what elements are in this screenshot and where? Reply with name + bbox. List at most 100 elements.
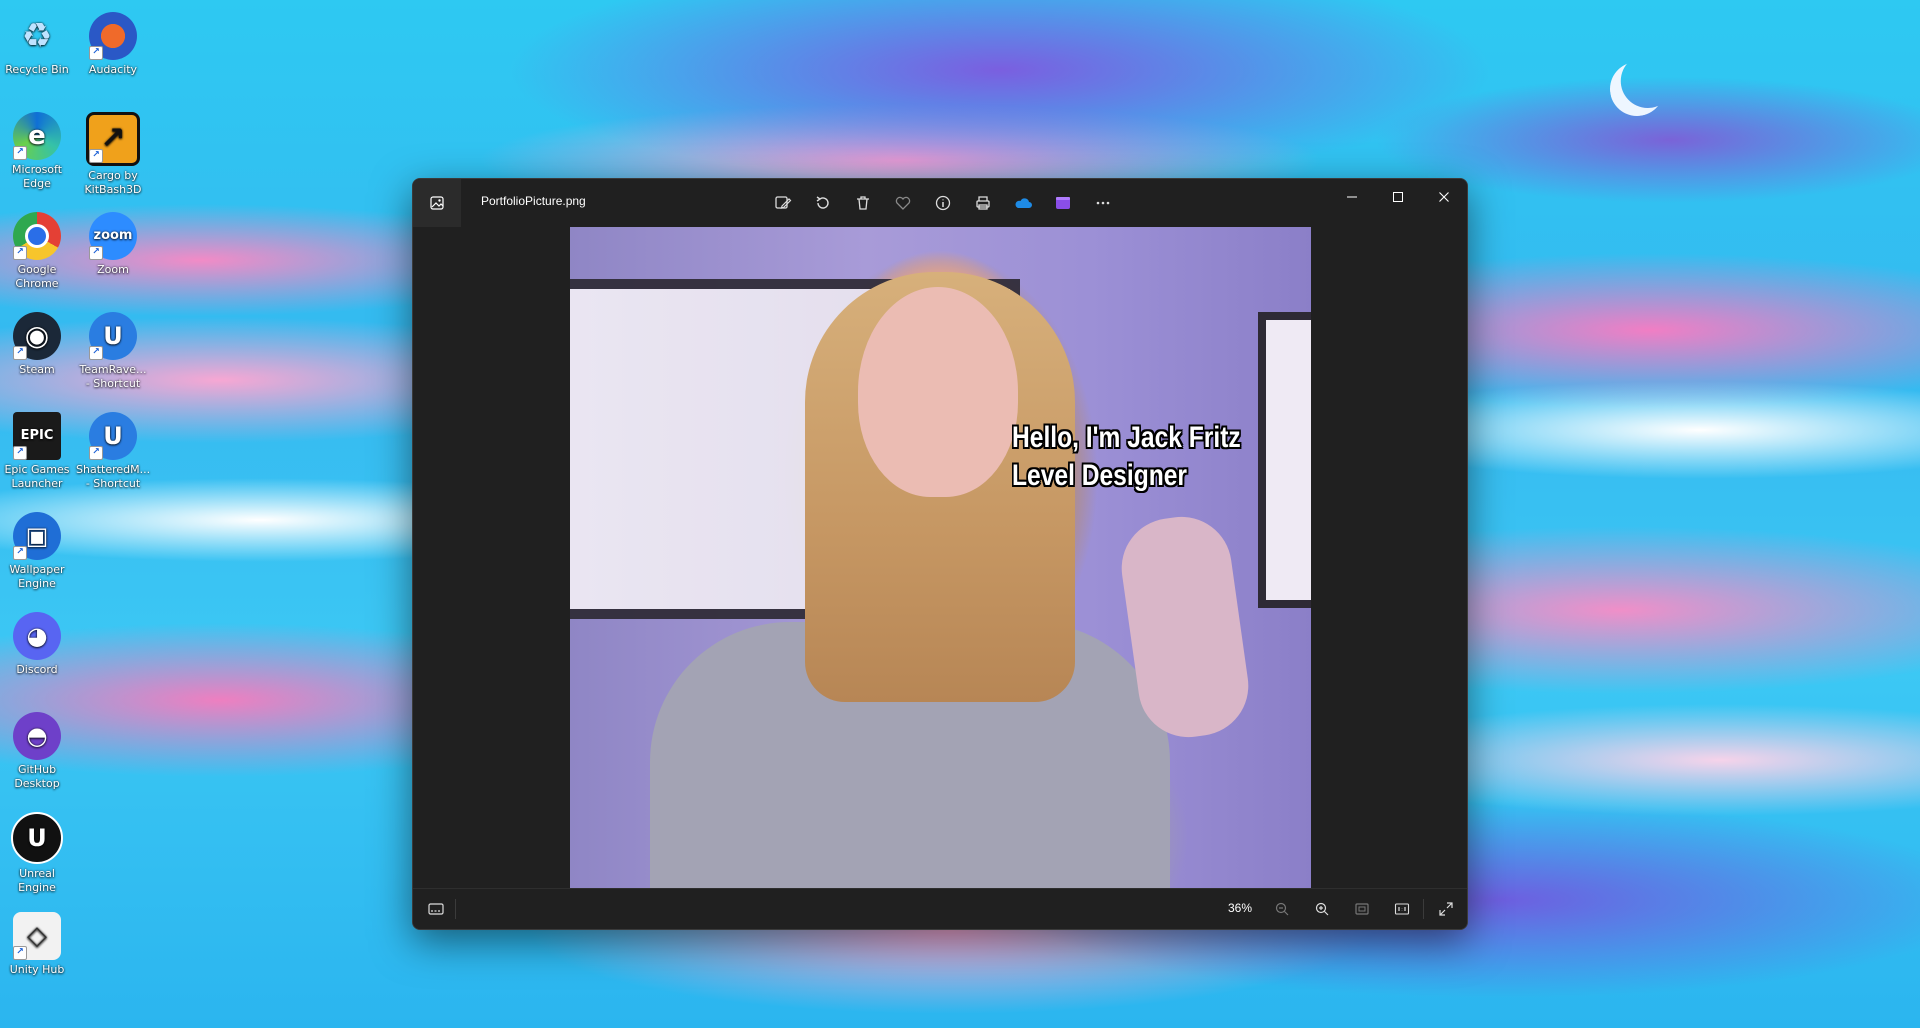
unreal-engine-icon: U: [11, 812, 63, 864]
viewer-toolbar: [767, 189, 1119, 217]
shortcut-arrow-icon: ↗: [89, 246, 103, 260]
desktop-icon-label: GitHub Desktop: [14, 763, 60, 790]
actual-size-icon: [1394, 903, 1410, 915]
audacity-icon: ↗: [89, 12, 137, 60]
onedrive-button[interactable]: [1007, 189, 1039, 217]
desktop-icon-label: Audacity: [88, 63, 138, 76]
desktop-icon-label: Discord: [16, 663, 58, 676]
desktop-icon-label: Google Chrome: [15, 263, 59, 290]
desktop-icon-label: Microsoft Edge: [11, 163, 63, 190]
more-options-button[interactable]: [1087, 189, 1119, 217]
zoom-level: 36%: [1228, 901, 1253, 915]
shortcut-arrow-icon: ↗: [13, 146, 27, 160]
status-divider: [1423, 899, 1424, 919]
desktop-icon-github-desktop[interactable]: ◓ GitHub Desktop: [0, 708, 74, 791]
portfolio-photo[interactable]: Hello, I'm Jack Fritz Level Designer: [570, 227, 1311, 888]
shortcut-arrow-icon: ↗: [89, 446, 103, 460]
maximize-button[interactable]: [1375, 179, 1421, 215]
shortcut-arrow-icon: ↗: [13, 546, 27, 560]
recycle-bin-icon: ♻: [21, 16, 53, 56]
desktop-icon-shatteredm[interactable]: U ↗ ShatteredM... - Shortcut: [76, 408, 150, 491]
wallpaper-engine-icon: ▣ ↗: [13, 512, 61, 560]
onedrive-cloud-icon: [1015, 198, 1032, 208]
desktop-icon-epic-games[interactable]: EPIC ↗ Epic Games Launcher: [0, 408, 74, 491]
zoom-in-icon: [1315, 902, 1329, 916]
desktop-icon-teamrave[interactable]: U ↗ TeamRave... - Shortcut: [76, 308, 150, 391]
epic-games-icon: EPIC ↗: [13, 412, 61, 460]
desktop-icon-cargo[interactable]: ↗ ↗ Cargo by KitBash3D: [76, 108, 150, 197]
clipchamp-button[interactable]: [1047, 189, 1079, 217]
unreal-project-icon: U ↗: [89, 412, 137, 460]
photos-window: PortfolioPicture.png Hello, I'm Jack Fri…: [412, 178, 1468, 930]
desktop: ♻ Recycle Bin e ↗ Microsoft Edge ↗ Google…: [0, 0, 1920, 1028]
photos-app-icon[interactable]: [413, 179, 461, 227]
shortcut-arrow-icon: ↗: [13, 946, 27, 960]
caption-line-2: Level Designer: [1012, 459, 1188, 492]
desktop-icon-label: ShatteredM... - Shortcut: [76, 463, 151, 490]
favorite-button[interactable]: [887, 189, 919, 217]
rotate-button[interactable]: [807, 189, 839, 217]
trash-icon: [857, 196, 869, 210]
actual-size-button[interactable]: [1387, 895, 1417, 923]
steam-icon: ◉ ↗: [13, 312, 61, 360]
moon-decoration: [1606, 58, 1669, 121]
status-bar: 36%: [413, 888, 1467, 929]
status-divider: [455, 899, 456, 919]
delete-button[interactable]: [847, 189, 879, 217]
desktop-icon-recycle-bin[interactable]: ♻ Recycle Bin: [0, 8, 74, 77]
desktop-icon-steam[interactable]: ◉ ↗ Steam: [0, 308, 74, 377]
fit-to-window-button[interactable]: [1347, 895, 1377, 923]
wall-frame-right: [1258, 312, 1311, 608]
desktop-icon-microsoft-edge[interactable]: e ↗ Microsoft Edge: [0, 108, 74, 191]
photo-face: [858, 287, 1018, 497]
desktop-icon-unity-hub[interactable]: ◇ ↗ Unity Hub: [0, 908, 74, 977]
heart-icon: [895, 196, 911, 210]
unity-icon: ◇ ↗: [13, 912, 61, 960]
fullscreen-button[interactable]: [1431, 895, 1461, 923]
file-name: PortfolioPicture.png: [481, 194, 586, 208]
desktop-icon-label: Steam: [19, 363, 55, 376]
close-icon: [1439, 192, 1449, 202]
desktop-icon-discord[interactable]: ◕ Discord: [0, 608, 74, 677]
shortcut-arrow-icon: ↗: [13, 246, 27, 260]
zoom-icon: zoom ↗: [89, 212, 137, 260]
info-icon: [935, 195, 951, 211]
filmstrip-button[interactable]: [421, 895, 451, 923]
fit-window-icon: [1355, 903, 1369, 915]
minimize-button[interactable]: [1329, 179, 1375, 215]
edit-image-button[interactable]: [767, 189, 799, 217]
shortcut-arrow-icon: ↗: [89, 46, 103, 60]
shortcut-arrow-icon: ↗: [89, 346, 103, 360]
clipchamp-icon: [1056, 197, 1070, 209]
more-dots-icon: [1096, 201, 1110, 205]
zoom-out-button[interactable]: [1267, 895, 1297, 923]
printer-icon: [976, 196, 990, 210]
zoom-in-button[interactable]: [1307, 895, 1337, 923]
chrome-icon: ↗: [13, 212, 61, 260]
maximize-icon: [1393, 192, 1403, 202]
desktop-icon-label: Zoom: [97, 263, 129, 276]
file-info-button[interactable]: [927, 189, 959, 217]
window-controls: [1329, 179, 1467, 215]
unreal-project-icon: U ↗: [89, 312, 137, 360]
desktop-icon-label: Wallpaper Engine: [9, 563, 65, 590]
edge-icon: e ↗: [13, 112, 61, 160]
photo-caption: Hello, I'm Jack Fritz Level Designer: [1012, 419, 1241, 495]
discord-icon: ◕: [13, 612, 61, 660]
desktop-icon-zoom[interactable]: zoom ↗ Zoom: [76, 208, 150, 277]
shortcut-arrow-icon: ↗: [13, 346, 27, 360]
rotate-icon: [816, 196, 829, 209]
shortcut-arrow-icon: ↗: [89, 149, 103, 163]
desktop-icon-google-chrome[interactable]: ↗ Google Chrome: [0, 208, 74, 291]
print-button[interactable]: [967, 189, 999, 217]
close-button[interactable]: [1421, 179, 1467, 215]
minimize-icon: [1347, 196, 1357, 198]
shortcut-arrow-icon: ↗: [13, 446, 27, 460]
desktop-icon-label: Recycle Bin: [5, 63, 69, 76]
desktop-icon-label: Unity Hub: [9, 963, 65, 976]
desktop-icon-audacity[interactable]: ↗ Audacity: [76, 8, 150, 77]
image-viewer[interactable]: Hello, I'm Jack Fritz Level Designer: [413, 227, 1467, 888]
desktop-icon-unreal-engine[interactable]: U Unreal Engine: [0, 808, 74, 895]
github-icon: ◓: [13, 712, 61, 760]
desktop-icon-wallpaper-engine[interactable]: ▣ ↗ Wallpaper Engine: [0, 508, 74, 591]
